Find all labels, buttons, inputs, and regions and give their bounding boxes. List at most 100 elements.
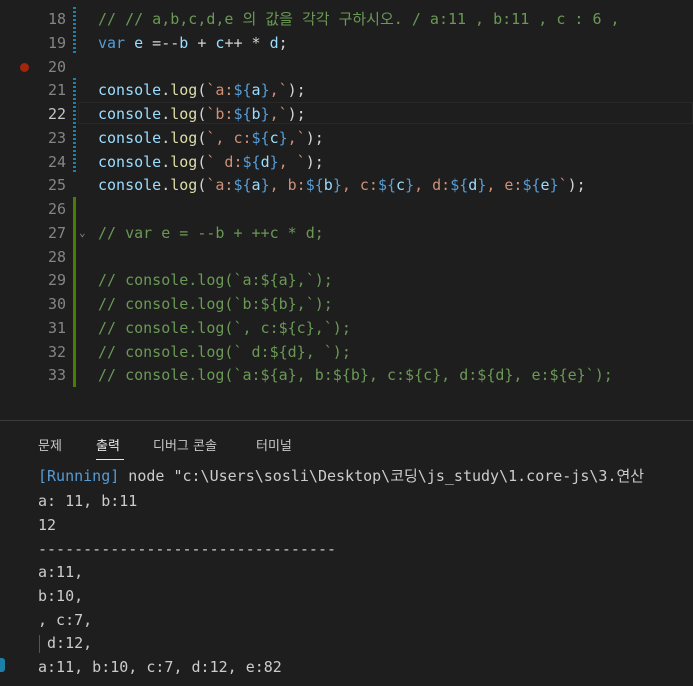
code-token: . [161, 176, 171, 195]
output-line: a:11, b:10, c:7, d:12, e:82 [38, 658, 282, 676]
code-token: ,` [269, 81, 288, 100]
code-line-26[interactable]: 26 [0, 197, 693, 221]
modified-line-indicator[interactable] [73, 125, 76, 150]
code-token: } [405, 176, 415, 195]
code-line-32[interactable]: 32 // console.log(` d:${d}, `); [0, 339, 693, 364]
code-token: // var e = --b + ++c * d; [98, 223, 324, 242]
code-token: ` [558, 176, 568, 195]
code-token: `b: [206, 105, 234, 123]
code-line-18[interactable]: 18 // // a,b,c,d,e 의 값을 각각 구하시오. / a:11 ,… [0, 7, 693, 31]
code-editor[interactable]: 17 18 // // a,b,c,d,e 의 값을 각각 구하시오. / a:1… [0, 0, 693, 420]
code-token: , e: [486, 176, 523, 195]
added-line-indicator[interactable] [73, 268, 76, 293]
code-line-30[interactable]: 30 // console.log(`b:${b},`); [0, 292, 693, 316]
code-line-29[interactable]: 29 // console.log(`a:${a},`); [0, 268, 693, 293]
modified-line-indicator[interactable] [73, 30, 76, 55]
line-number: 24 [47, 152, 66, 171]
code-token: console [98, 152, 162, 171]
tab-terminal[interactable]: 터미널 [256, 435, 292, 454]
added-line-indicator[interactable] [73, 292, 76, 316]
tab-output[interactable]: 출력 [96, 435, 120, 454]
code-token: log [170, 176, 198, 195]
added-line-indicator[interactable] [73, 339, 76, 364]
code-line-20[interactable]: 20 [0, 55, 693, 79]
code-token: . [161, 81, 171, 100]
code-line-22[interactable]: 22 console.log(`b:${b},`); [0, 102, 693, 126]
code-token: c [396, 176, 406, 195]
code-token: b [323, 176, 333, 195]
added-line-indicator[interactable] [73, 315, 76, 340]
bottom-panel: 문제 출력 디버그 콘솔 터미널 [Running] node "c:\User… [0, 420, 693, 686]
code-token: } [278, 128, 288, 147]
tab-problems[interactable]: 문제 [38, 435, 62, 454]
code-token: } [260, 105, 270, 123]
added-line-indicator[interactable] [73, 244, 76, 269]
code-text: // console.log(`, c:${c},`); [98, 316, 351, 340]
output-line: --------------------------------- [38, 540, 337, 558]
added-line-indicator[interactable] [73, 363, 76, 388]
line-number: 29 [47, 271, 66, 290]
line-number: 21 [47, 81, 66, 100]
code-token: `a: [206, 176, 234, 195]
code-token: . [161, 152, 171, 171]
code-line-31[interactable]: 31 // console.log(`, c:${c},`); [0, 315, 693, 340]
code-token: } [549, 176, 559, 195]
code-token: log [170, 81, 198, 100]
code-token: ); [305, 152, 324, 171]
line-number: 28 [47, 247, 66, 266]
code-token: , b: [269, 176, 306, 195]
modified-line-indicator[interactable] [73, 7, 76, 31]
panel-tabs: 문제 출력 디버그 콘솔 터미널 [0, 421, 693, 465]
code-line-23[interactable]: 23 console.log(`, c:${c},`); [0, 125, 693, 150]
code-token: ++ * [224, 33, 270, 52]
code-token: ` d: [206, 152, 243, 171]
code-token: + [188, 33, 216, 52]
code-token: ${ [377, 176, 397, 195]
code-token: d [269, 33, 279, 52]
indent-guide [39, 635, 40, 653]
activity-indicator [0, 658, 5, 672]
code-token: ${ [251, 128, 270, 147]
code-token: c [269, 128, 279, 147]
code-token: ${ [522, 176, 541, 195]
code-text: // // a,b,c,d,e 의 값을 각각 구하시오. / a:11 , b… [98, 7, 620, 31]
code-line-21[interactable]: 21 console.log(`a:${a},`); [0, 78, 693, 103]
code-line-28[interactable]: 28 [0, 244, 693, 269]
code-token: // console.log(`a:${a}, b:${b}, c:${c}, … [98, 366, 613, 385]
code-text: // var e = --b + ++c * d; [98, 221, 324, 245]
code-text: // console.log(`a:${a},`); [98, 268, 333, 292]
breakpoint-icon[interactable] [20, 62, 29, 72]
code-token: d [260, 152, 270, 171]
code-line-19[interactable]: 19 var e =--b + c++ * d; [0, 30, 693, 55]
line-number: 31 [47, 318, 66, 337]
code-token: ); [287, 105, 306, 123]
code-token: b [251, 105, 261, 123]
code-text: console.log(`b:${b},`); [98, 102, 306, 126]
code-token: =-- [143, 33, 180, 52]
line-number-17-partial: 17 [46, 0, 64, 4]
code-token: // // a,b,c,d,e 의 값을 각각 구하시오. / a:11 , b… [98, 10, 620, 28]
output-line: b:10, [38, 587, 84, 605]
line-number: 32 [47, 342, 66, 361]
modified-line-indicator[interactable] [73, 102, 76, 126]
fold-chevron-icon[interactable]: ⌄ [79, 221, 86, 245]
code-line-33[interactable]: 33 // console.log(`a:${a}, b:${b}, c:${c}… [0, 363, 693, 388]
added-line-indicator[interactable] [73, 197, 76, 221]
tab-debug-console[interactable]: 디버그 콘솔 [153, 435, 217, 454]
modified-line-indicator[interactable] [73, 149, 76, 174]
code-token: ${ [242, 152, 261, 171]
code-token: , d: [414, 176, 451, 195]
code-token: . [161, 128, 171, 147]
code-token: ${ [233, 81, 252, 100]
code-token: ); [567, 176, 586, 195]
output-line: d:12, [38, 634, 93, 652]
code-token: `, c: [206, 128, 252, 147]
code-line-27[interactable]: 27 ⌄ // var e = --b + ++c * d; [0, 220, 693, 245]
added-line-indicator[interactable] [73, 220, 76, 245]
code-token: } [477, 176, 487, 195]
modified-line-indicator[interactable] [73, 78, 76, 103]
code-line-24[interactable]: 24 console.log(` d:${d}, `); [0, 149, 693, 174]
code-line-25[interactable]: 25 console.log(`a:${a}, b:${b}, c:${c}, d… [0, 173, 693, 197]
code-token: console [98, 81, 162, 100]
code-token: console [98, 176, 162, 195]
